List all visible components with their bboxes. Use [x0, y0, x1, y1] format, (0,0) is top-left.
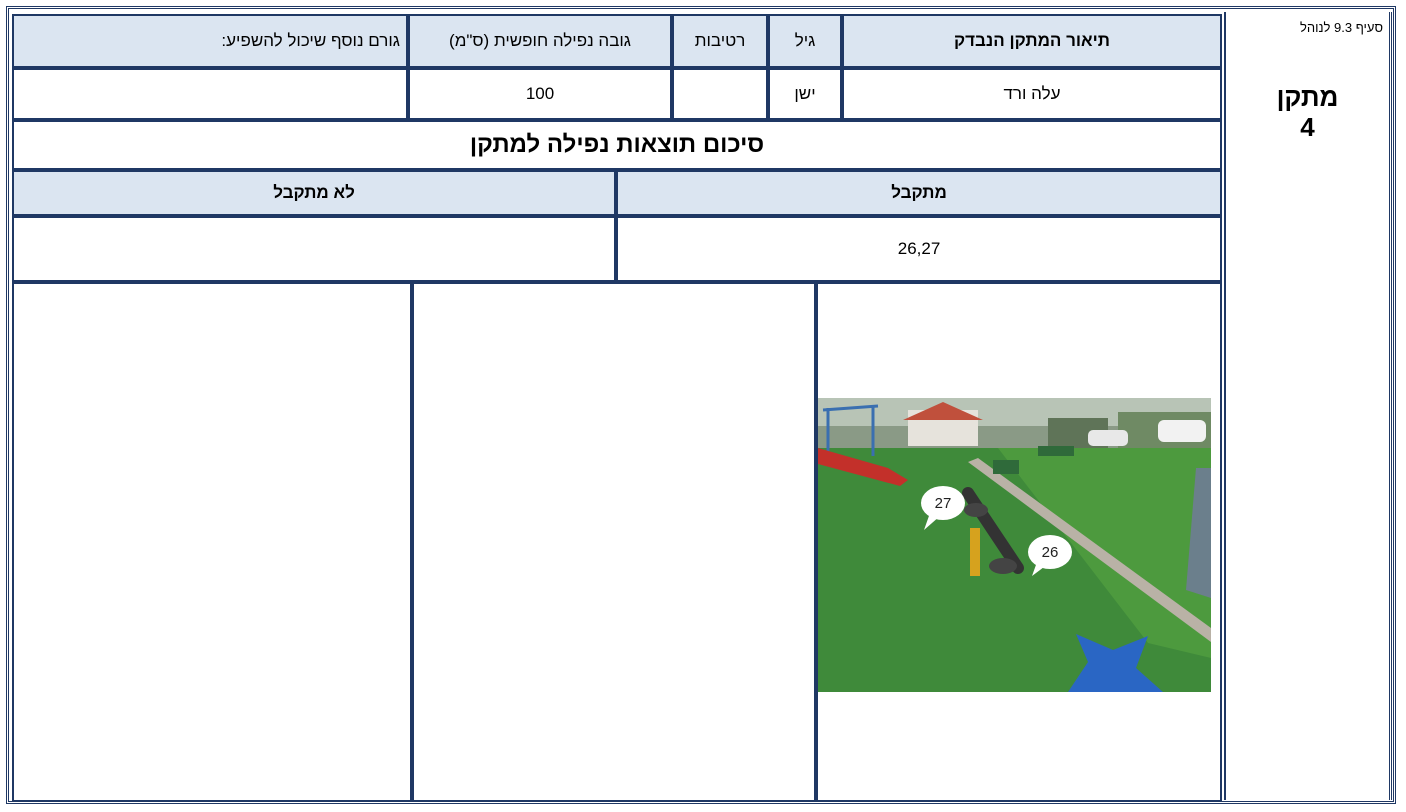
rejected-value — [12, 216, 616, 282]
value-fall-height: 100 — [408, 68, 672, 120]
fixture-number: 4 — [1300, 112, 1315, 142]
accepted-value: 26,27 — [616, 216, 1222, 282]
summary-title: סיכום תוצאות נפילה למתקן — [12, 120, 1222, 170]
marker-26-label: 26 — [1042, 544, 1059, 561]
value-other-factor — [12, 68, 408, 120]
playground-photo-illustration: 27 26 — [818, 398, 1211, 692]
value-moisture — [672, 68, 768, 120]
header-description: תיאור המתקן הנבדק — [842, 14, 1222, 68]
fixture-sidebar: סעיף 9.3 לנוהל מתקן 4 — [1224, 12, 1392, 800]
header-fall-height: גובה נפילה חופשית (ס"מ) — [408, 14, 672, 68]
header-moisture: רטיבות — [672, 14, 768, 68]
header-other-factor: גורם נוסף שיכול להשפיע: — [12, 14, 408, 68]
fixture-title: מתקן — [1276, 82, 1339, 112]
accepted-header: מתקבל — [616, 170, 1222, 216]
marker-27-label: 27 — [935, 495, 952, 512]
photo-cell-middle — [412, 282, 816, 802]
value-description: עלה ורד — [842, 68, 1222, 120]
clause-reference: סעיף 9.3 לנוהל — [1299, 20, 1383, 35]
fixture-photo: 27 26 — [818, 398, 1211, 692]
header-age: גיל — [768, 14, 842, 68]
photo-cell-left — [12, 282, 412, 802]
value-age: ישן — [768, 68, 842, 120]
rejected-header: לא מתקבל — [12, 170, 616, 216]
fixture-label: מתקן 4 — [1226, 82, 1389, 142]
